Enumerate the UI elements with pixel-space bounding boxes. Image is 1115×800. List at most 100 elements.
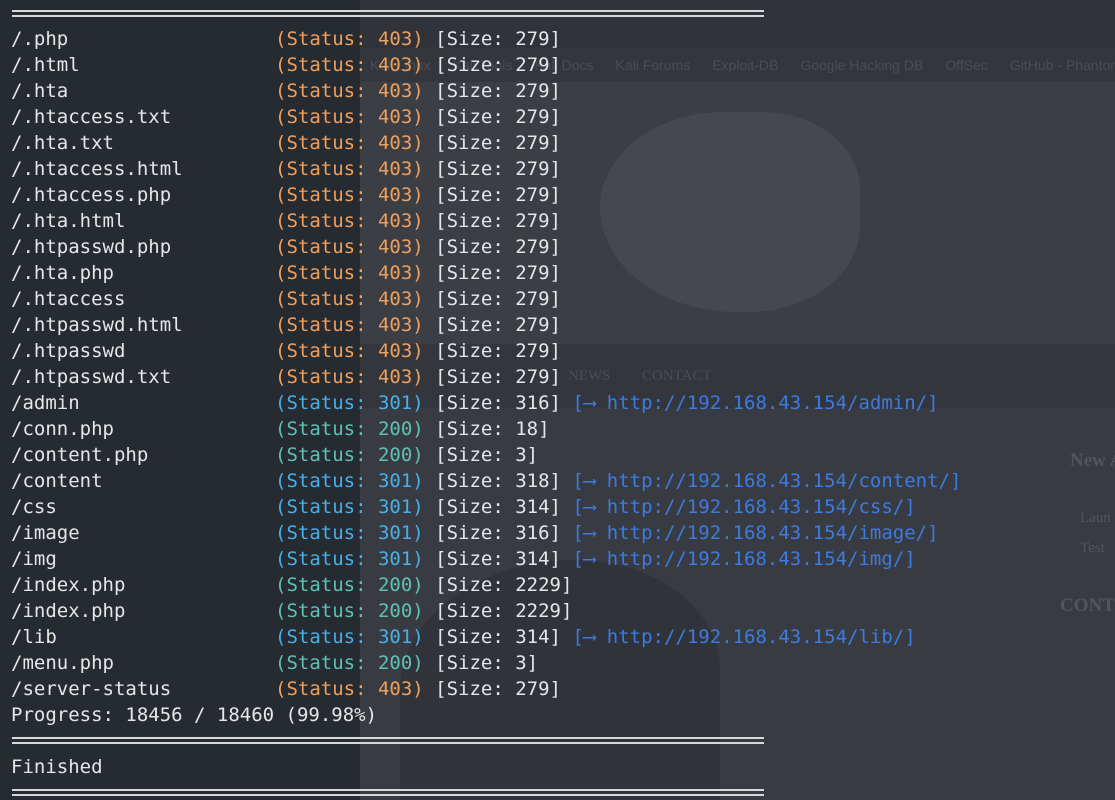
result-size: [Size: 279] (435, 106, 562, 128)
separator-rule (12, 789, 764, 796)
result-status: (Status: 200) (275, 600, 424, 622)
result-row: /css (Status: 301) [Size: 314] [⟶ http://… (11, 494, 916, 520)
result-path: /content (11, 470, 103, 492)
bookmark-item[interactable]: OffSec (945, 57, 988, 73)
result-path: /image (11, 522, 80, 544)
result-row: /index.php (Status: 200) [Size: 2229] (11, 572, 572, 598)
result-path: /index.php (11, 574, 126, 596)
result-path: /.hta (11, 80, 69, 102)
result-status: (Status: 200) (275, 444, 424, 466)
result-path: /.hta.html (11, 210, 126, 232)
result-redirect-link[interactable]: [⟶ http://192.168.43.154/content/] (572, 470, 961, 492)
result-status: (Status: 301) (275, 392, 424, 414)
bookmark-item[interactable]: Google Hacking DB (800, 57, 923, 73)
result-status: (Status: 403) (275, 106, 424, 128)
result-size: [Size: 2229] (435, 600, 573, 622)
result-row: /.htpasswd.php (Status: 403) [Size: 279] (11, 234, 561, 260)
result-status: (Status: 200) (275, 574, 424, 596)
side-link[interactable]: Laun (1080, 510, 1111, 527)
result-path: /server-status (11, 678, 172, 700)
result-path: /.htaccess.txt (11, 106, 172, 128)
result-path: /.htaccess.php (11, 184, 172, 206)
result-path: /lib (11, 626, 57, 648)
result-path: /menu.php (11, 652, 114, 674)
result-row: /admin (Status: 301) [Size: 316] [⟶ http:… (11, 390, 939, 416)
side-link[interactable]: Test (1080, 540, 1105, 557)
result-row: /.htpasswd.txt (Status: 403) [Size: 279] (11, 364, 561, 390)
result-row: /.htaccess (Status: 403) [Size: 279] (11, 286, 561, 312)
result-redirect-link[interactable]: [⟶ http://192.168.43.154/img/] (572, 548, 915, 570)
result-status: (Status: 403) (275, 236, 424, 258)
bookmark-item[interactable]: GitHub - Phantom-For... (1010, 57, 1115, 73)
separator-rule (12, 737, 764, 744)
result-row: /lib (Status: 301) [Size: 314] [⟶ http://… (11, 624, 916, 650)
result-row: /.php (Status: 403) [Size: 279] (11, 26, 561, 52)
result-row: /.htaccess.php (Status: 403) [Size: 279] (11, 182, 561, 208)
result-status: (Status: 301) (275, 522, 424, 544)
result-row: /.htpasswd.html (Status: 403) [Size: 279] (11, 312, 561, 338)
result-status: (Status: 403) (275, 314, 424, 336)
side-footer-heading: CONT (1060, 595, 1115, 616)
result-size: [Size: 279] (435, 132, 562, 154)
result-size: [Size: 314] (435, 626, 562, 648)
result-status: (Status: 301) (275, 626, 424, 648)
result-path: /.htaccess.html (11, 158, 183, 180)
result-size: [Size: 279] (435, 184, 562, 206)
result-status: (Status: 403) (275, 210, 424, 232)
result-path: /img (11, 548, 57, 570)
result-status: (Status: 403) (275, 262, 424, 284)
result-path: /content.php (11, 444, 149, 466)
result-size: [Size: 279] (435, 80, 562, 102)
result-size: [Size: 279] (435, 288, 562, 310)
result-size: [Size: 279] (435, 678, 562, 700)
result-status: (Status: 403) (275, 28, 424, 50)
result-row: /conn.php (Status: 200) [Size: 18] (11, 416, 550, 442)
result-status: (Status: 301) (275, 496, 424, 518)
result-row: /.htaccess.txt (Status: 403) [Size: 279] (11, 104, 561, 130)
result-size: [Size: 279] (435, 158, 562, 180)
result-path: /.hta.txt (11, 132, 114, 154)
result-redirect-link[interactable]: [⟶ http://192.168.43.154/admin/] (572, 392, 938, 414)
result-status: (Status: 301) (275, 548, 424, 570)
result-row: /.htpasswd (Status: 403) [Size: 279] (11, 338, 561, 364)
result-path: /.html (11, 54, 80, 76)
result-status: (Status: 200) (275, 652, 424, 674)
result-size: [Size: 279] (435, 366, 562, 388)
result-size: [Size: 3] (435, 444, 539, 466)
result-path: /.hta.php (11, 262, 114, 284)
result-size: [Size: 314] (435, 496, 562, 518)
terminal-output[interactable]: /.php (Status: 403) [Size: 279] /.html (Sta… (0, 0, 961, 800)
result-redirect-link[interactable]: [⟶ http://192.168.43.154/lib/] (572, 626, 915, 648)
result-row: /image (Status: 301) [Size: 316] [⟶ http:… (11, 520, 939, 546)
result-path: /conn.php (11, 418, 114, 440)
result-row: /content.php (Status: 200) [Size: 3] (11, 442, 538, 468)
result-size: [Size: 279] (435, 28, 562, 50)
result-size: [Size: 279] (435, 340, 562, 362)
result-status: (Status: 403) (275, 132, 424, 154)
result-path: /.php (11, 28, 69, 50)
result-status: (Status: 403) (275, 340, 424, 362)
result-status: (Status: 403) (275, 158, 424, 180)
result-redirect-link[interactable]: [⟶ http://192.168.43.154/image/] (572, 522, 938, 544)
screen: Kali Linux Kali Tools Kali Docs Kali For… (0, 0, 1115, 800)
result-redirect-link[interactable]: [⟶ http://192.168.43.154/css/] (572, 496, 915, 518)
result-status: (Status: 301) (275, 470, 424, 492)
result-row: /content (Status: 301) [Size: 318] [⟶ htt… (11, 468, 961, 494)
result-size: [Size: 316] (435, 392, 562, 414)
result-status: (Status: 200) (275, 418, 424, 440)
separator-rule (12, 10, 764, 17)
result-row: /.hta.php (Status: 403) [Size: 279] (11, 260, 561, 286)
result-row: /menu.php (Status: 200) [Size: 3] (11, 650, 538, 676)
result-path: /admin (11, 392, 80, 414)
result-row: /server-status (Status: 403) [Size: 279] (11, 676, 561, 702)
result-row: /.hta.txt (Status: 403) [Size: 279] (11, 130, 561, 156)
result-size: [Size: 318] (435, 470, 562, 492)
result-size: [Size: 316] (435, 522, 562, 544)
progress-text: Progress: 18456 / 18460 (99.98%) (11, 704, 378, 726)
result-size: [Size: 279] (435, 54, 562, 76)
result-row: /.html (Status: 403) [Size: 279] (11, 52, 561, 78)
result-row: /img (Status: 301) [Size: 314] [⟶ http://… (11, 546, 916, 572)
side-heading: New A (1070, 450, 1115, 471)
result-path: /.htpasswd.php (11, 236, 172, 258)
result-size: [Size: 3] (435, 652, 539, 674)
